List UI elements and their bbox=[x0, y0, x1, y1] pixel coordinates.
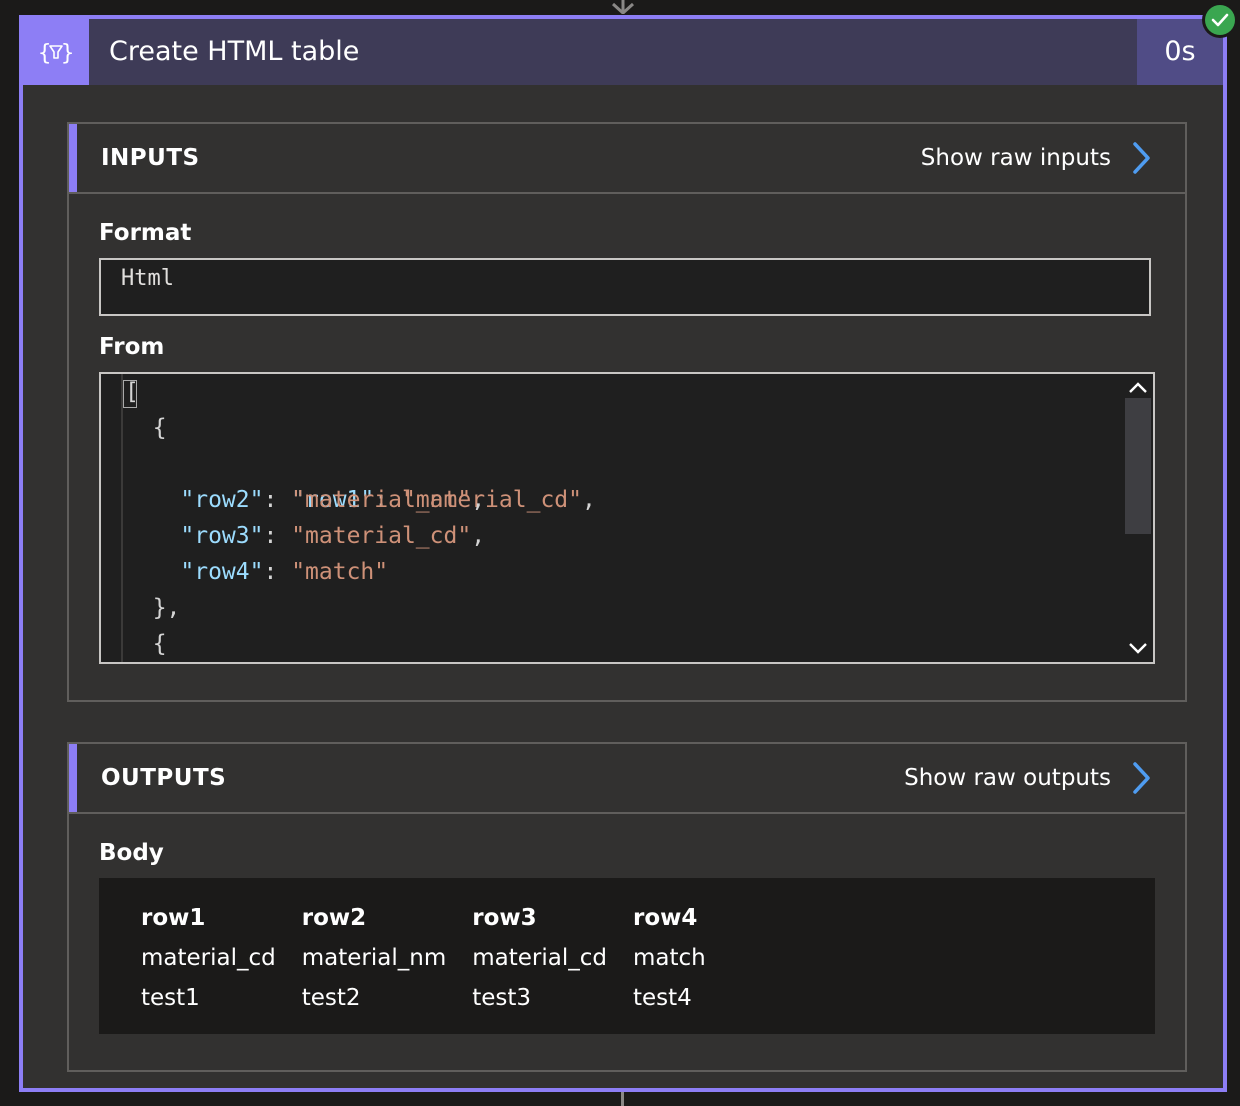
code-line: "row1": "material_cd", bbox=[291, 487, 596, 513]
code-line: "row3": "material_cd", bbox=[180, 523, 486, 549]
column-header: row2 bbox=[301, 905, 367, 931]
check-icon bbox=[1205, 5, 1235, 35]
connector-arrow-icon bbox=[611, 0, 635, 14]
format-field[interactable]: Html bbox=[99, 258, 1151, 316]
show-raw-inputs-label: Show raw inputs bbox=[920, 145, 1111, 171]
table-cell: material_cd bbox=[472, 945, 607, 971]
table-cell: match bbox=[632, 945, 706, 971]
body-label: Body bbox=[99, 840, 164, 866]
chevron-up-icon[interactable] bbox=[1127, 378, 1149, 396]
indent-guide bbox=[121, 374, 123, 662]
column-header: row4 bbox=[632, 905, 698, 931]
chevron-right-icon bbox=[1133, 142, 1150, 174]
action-header[interactable]: { } Create HTML table 0s bbox=[23, 19, 1223, 85]
chevron-right-icon bbox=[1133, 762, 1150, 794]
column-header: row1 bbox=[141, 905, 206, 931]
format-label: Format bbox=[99, 220, 192, 246]
from-label: From bbox=[99, 334, 165, 360]
outputs-title: OUTPUTS bbox=[101, 765, 227, 791]
svg-text:{: { bbox=[38, 41, 51, 66]
column-header: row3 bbox=[472, 905, 537, 931]
table-row: test1 test2 test3 test4 bbox=[141, 978, 732, 1018]
show-raw-outputs-link[interactable]: Show raw outputs bbox=[904, 744, 1151, 812]
table-cell: test1 bbox=[141, 985, 200, 1011]
inputs-title: INPUTS bbox=[101, 145, 200, 171]
code-line: { bbox=[125, 415, 167, 441]
action-card: { } Create HTML table 0s INPUTS Show raw… bbox=[19, 15, 1227, 1092]
outputs-accent-bar bbox=[69, 744, 77, 812]
table-cell: test2 bbox=[301, 985, 361, 1011]
show-raw-outputs-label: Show raw outputs bbox=[904, 765, 1111, 791]
outputs-header: OUTPUTS Show raw outputs bbox=[69, 744, 1185, 814]
table-cell: test3 bbox=[472, 985, 532, 1011]
table-cell: test4 bbox=[632, 985, 692, 1011]
show-raw-inputs-link[interactable]: Show raw inputs bbox=[921, 124, 1151, 192]
code-line: "row4": "match" bbox=[180, 559, 389, 585]
table-cell: material_cd bbox=[141, 945, 276, 971]
inputs-accent-bar bbox=[69, 124, 77, 192]
code-line: "row2": "material_nm", bbox=[180, 487, 486, 513]
from-code-editor[interactable]: [ { "row1": "material_cd", "row2": "mate… bbox=[99, 372, 1155, 664]
action-title: Create HTML table bbox=[109, 36, 360, 67]
table-header-row: row1 row2 row3 row4 bbox=[141, 898, 732, 938]
svg-text:}: } bbox=[61, 41, 74, 66]
output-table: row1 row2 row3 row4 material_cd material… bbox=[141, 898, 732, 1018]
inputs-header: INPUTS Show raw inputs bbox=[69, 124, 1185, 194]
table-row: material_cd material_nm material_cd matc… bbox=[141, 938, 732, 978]
curly-braces-filter-icon: { } bbox=[23, 19, 89, 85]
outputs-section: OUTPUTS Show raw outputs Body row1 row2 … bbox=[67, 742, 1187, 1072]
code-line: [ bbox=[125, 379, 139, 405]
inputs-section: INPUTS Show raw inputs Format Html From … bbox=[67, 122, 1187, 702]
table-cell: material_nm bbox=[301, 945, 447, 971]
status-badge bbox=[1202, 2, 1238, 38]
scrollbar[interactable] bbox=[1125, 374, 1153, 662]
code-line: }, bbox=[125, 595, 181, 621]
chevron-down-icon[interactable] bbox=[1127, 640, 1149, 658]
connector-line bbox=[621, 1092, 624, 1106]
code-line: { bbox=[125, 631, 167, 657]
body-output: row1 row2 row3 row4 material_cd material… bbox=[99, 878, 1155, 1034]
scrollbar-thumb[interactable] bbox=[1125, 398, 1151, 534]
